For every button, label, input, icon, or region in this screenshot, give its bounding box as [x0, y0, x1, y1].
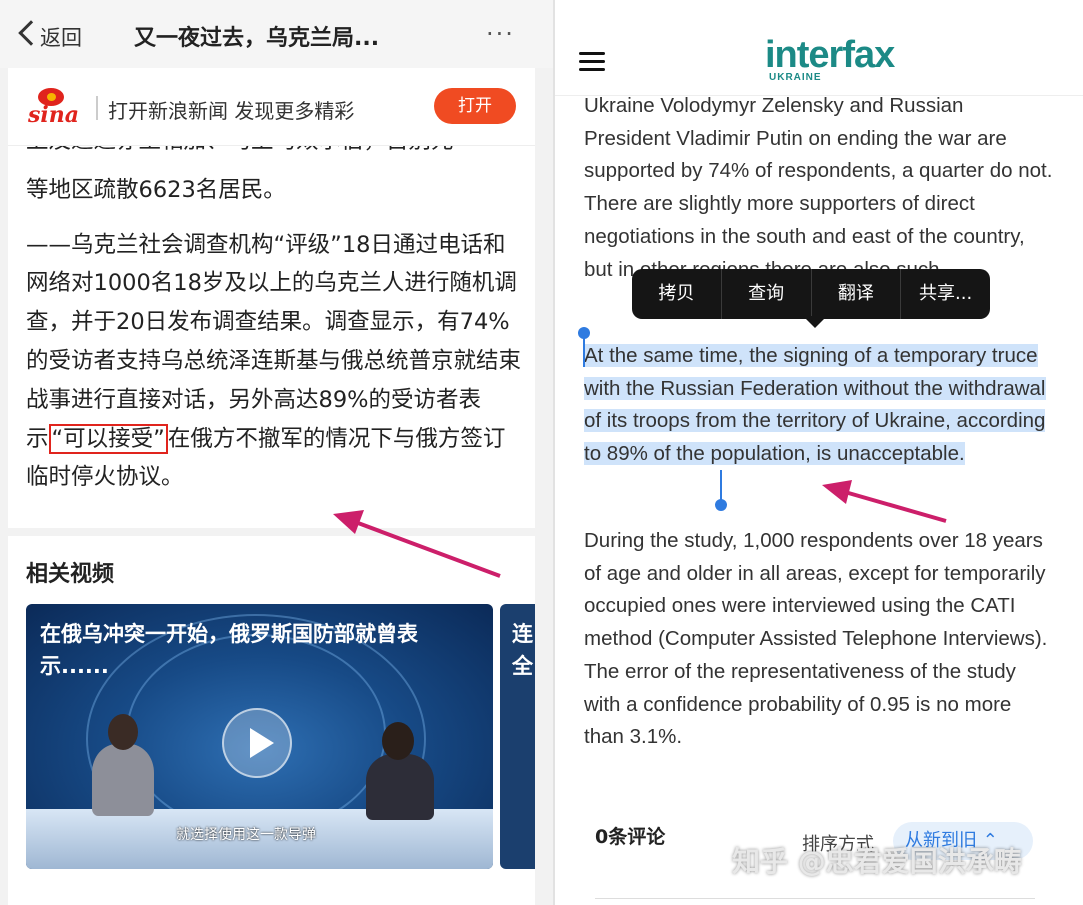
context-menu-pointer	[803, 316, 827, 328]
more-options-icon[interactable]: ···	[486, 20, 515, 48]
interfax-panel: interfax UKRAINE Ukraine Volodymyr Zelen…	[553, 0, 1083, 905]
article-card: sina 打开新浪新闻 发现更多精彩 打开 上及迄迄亦王相加、马上马效尔伯，古别…	[8, 68, 535, 528]
menu-item-share[interactable]: 共享...	[901, 269, 990, 319]
selection-start-caret	[583, 337, 585, 367]
article-paragraph-1: 等地区疏散6623名居民。	[26, 176, 286, 203]
article-paragraph-2-start: ——乌克兰社会调查机构“评级”18日通过电话和网络对1000名18岁及以上的乌克…	[26, 231, 522, 452]
article-body: 上及迄迄亦王相加、马上马效尔伯，古别元 等地区疏散6623名居民。 ——乌克兰社…	[26, 128, 526, 513]
video-2-title: 连全	[512, 622, 533, 678]
menu-item-translate[interactable]: 翻译	[812, 269, 902, 319]
hamburger-menu-icon[interactable]	[579, 52, 605, 72]
guest-figure	[92, 744, 154, 816]
related-videos-section: 相关视频 在俄乌冲突一开始，俄罗斯国防部就曾表示...... 就选择使用这一款导…	[8, 536, 535, 905]
banner-divider	[96, 96, 98, 120]
related-videos-title: 相关视频	[26, 562, 115, 587]
menu-item-copy[interactable]: 拷贝	[632, 269, 722, 319]
page-title: 又一夜过去，乌克兰局...	[134, 26, 380, 51]
divider	[595, 898, 1035, 899]
play-button-icon[interactable]	[222, 708, 292, 778]
highlighted-phrase: “可以接受”	[48, 423, 168, 454]
app-promo-banner: sina 打开新浪新闻 发现更多精彩 打开	[8, 68, 535, 146]
zhihu-watermark: 知乎 @忠君爱国洪承畴	[732, 845, 1022, 878]
selected-text: At the same time, the signing of a tempo…	[584, 344, 1046, 466]
host-figure	[366, 754, 434, 820]
paragraph-1: Ukraine Volodymyr Zelensky and Russian P…	[584, 94, 1053, 281]
video-subtitle: 就选择使用这一款导弹	[176, 827, 316, 843]
interfax-logo-subtitle: UKRAINE	[769, 72, 822, 83]
selection-end-handle[interactable]	[715, 499, 727, 511]
nav-bar: 返回 又一夜过去，乌克兰局... ···	[0, 0, 553, 68]
host-head	[382, 722, 414, 760]
comments-count: 0条评论	[595, 826, 666, 848]
sina-logo-text: sina	[28, 102, 79, 128]
video-title: 在俄乌冲突一开始，俄罗斯国防部就曾表示......	[40, 622, 418, 678]
paragraph-3: During the study, 1,000 respondents over…	[584, 529, 1048, 749]
guest-head	[108, 714, 138, 750]
video-thumbnail-2[interactable]: 连全	[500, 604, 535, 869]
banner-text: 打开新浪新闻 发现更多精彩	[108, 99, 355, 123]
open-app-button[interactable]: 打开	[434, 88, 516, 124]
selection-end-caret	[720, 470, 722, 500]
sina-news-panel: 返回 又一夜过去，乌克兰局... ··· sina 打开新浪新闻 发现更多精彩 …	[0, 0, 553, 905]
interfax-logo[interactable]: interfax	[765, 34, 895, 77]
video-thumbnail[interactable]: 在俄乌冲突一开始，俄罗斯国防部就曾表示...... 就选择使用这一款导弹	[26, 604, 493, 869]
text-context-menu: 拷贝 查询 翻译 共享...	[632, 269, 990, 319]
menu-item-lookup[interactable]: 查询	[722, 269, 812, 319]
article-paragraph-2: ——乌克兰社会调查机构“评级”18日通过电话和网络对1000名18岁及以上的乌克…	[26, 226, 526, 498]
back-button[interactable]: 返回	[40, 22, 82, 52]
site-header: interfax UKRAINE	[555, 0, 1083, 96]
play-triangle-icon	[250, 728, 274, 758]
sina-logo-icon: sina	[26, 84, 80, 128]
paragraph-2-selected[interactable]: At the same time, the signing of a tempo…	[584, 340, 1054, 471]
